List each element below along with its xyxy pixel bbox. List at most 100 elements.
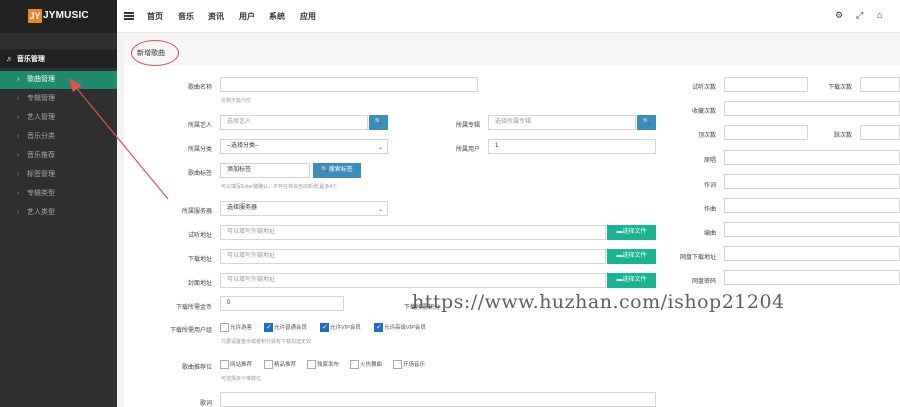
nav-system[interactable]: 系统 — [269, 11, 285, 22]
chevron-down-icon: ⌄ — [377, 207, 383, 213]
netdisk-url-input[interactable] — [724, 246, 900, 261]
netdisk-password-input[interactable] — [724, 270, 900, 285]
top-bar — [0, 0, 900, 33]
checkbox-box — [264, 360, 273, 370]
group-vip-checkbox[interactable]: 允许VIP会员 — [320, 323, 361, 333]
like-count-label: 顶次数 — [697, 133, 716, 139]
checkbox-box — [374, 323, 383, 333]
group-svip-checkbox[interactable]: 允许高级VIP会员 — [374, 323, 426, 333]
artist-label: 所属艺人 — [187, 123, 212, 129]
listen-count-input[interactable] — [724, 77, 808, 92]
chevron-right-icon: › — [17, 114, 20, 121]
user-input[interactable]: 1 — [488, 139, 656, 154]
original-singer-input[interactable] — [724, 150, 900, 165]
listen-url-label: 试听地址 — [187, 233, 212, 239]
chevron-right-icon: › — [17, 209, 20, 216]
cover-choose-file-button[interactable]: ▬选择文件 — [607, 273, 656, 288]
tags-input[interactable]: 添加标签 — [220, 163, 310, 178]
annotation-circle — [131, 40, 179, 66]
arranger-input[interactable] — [724, 222, 900, 237]
lyrics-textarea[interactable] — [220, 392, 656, 407]
search-icon: 🔍 — [321, 167, 329, 173]
song-name-hint: 名称不能为空 — [221, 98, 252, 104]
checkbox-box — [350, 360, 359, 370]
original-singer-label: 原唱 — [703, 158, 716, 164]
composer-input[interactable] — [724, 198, 900, 213]
nav-apps[interactable]: 应用 — [300, 11, 316, 22]
checkbox-box — [220, 360, 229, 370]
download-choose-file-button[interactable]: ▬选择文件 — [607, 249, 656, 264]
artist-input[interactable]: 选择艺人 — [220, 115, 368, 130]
nav-users[interactable]: 用户 — [239, 11, 255, 22]
music-note-icon: ♬ — [6, 56, 13, 63]
download-count-input[interactable] — [860, 77, 900, 92]
server-label: 所属服务器 — [181, 209, 212, 215]
search-tags-button[interactable]: 🔍搜索标签 — [313, 163, 361, 178]
checkbox-box — [320, 323, 329, 333]
recommend-label: 歌曲推荐位 — [181, 365, 212, 371]
coins-label: 下载所需金币 — [175, 305, 212, 311]
panel-header — [124, 40, 900, 65]
recommend-opening-checkbox[interactable]: 开场音乐 — [393, 360, 425, 370]
download-count-label: 下载次数 — [827, 85, 852, 91]
group-guest-checkbox[interactable]: 允许游客 — [220, 323, 252, 333]
lyricist-input[interactable] — [724, 174, 900, 189]
artist-search-button[interactable]: 🔍 — [369, 115, 388, 130]
song-name-label: 歌曲名称 — [187, 85, 212, 91]
user-label: 所属用户 — [455, 147, 480, 153]
category-select[interactable]: --选择分类-- ⌄ — [220, 139, 388, 154]
checkbox-box — [307, 360, 316, 370]
search-icon: 🔍 — [374, 119, 383, 125]
chevron-right-icon: › — [17, 190, 20, 197]
recommend-exclusive-checkbox[interactable]: 独家发布 — [307, 360, 339, 370]
download-url-input[interactable]: 可以填写外链地址 — [220, 249, 606, 264]
group-member-checkbox[interactable]: 允许普通会员 — [264, 323, 307, 333]
album-input[interactable]: 选择所属专辑 — [488, 115, 636, 130]
listen-url-input[interactable]: 可以填写外链地址 — [220, 225, 606, 240]
sidebar-section-label: ♬ 音乐管理 — [6, 56, 45, 63]
like-count-input[interactable] — [724, 125, 808, 140]
menu-toggle-icon[interactable] — [124, 12, 134, 20]
dislike-count-label: 踩次数 — [833, 133, 852, 139]
song-name-input[interactable] — [220, 77, 478, 92]
download-url-label: 下载地址 — [187, 257, 212, 263]
chevron-right-icon: › — [17, 76, 20, 83]
album-label: 所属专辑 — [455, 123, 480, 129]
watermark-text: https://www.huzhan.com/ishop21204 — [412, 291, 785, 313]
tags-hint: 可以填写Enter键确认，不存在将会自动新增,最多4个 — [221, 184, 338, 190]
annotation-arrow — [68, 78, 169, 200]
nav-news[interactable]: 资讯 — [208, 11, 224, 22]
listen-count-label: 试听次数 — [691, 85, 716, 91]
listen-choose-file-button[interactable]: ▬选择文件 — [607, 225, 656, 240]
sidebar-item-artist-types[interactable]: › 艺人类型 — [0, 204, 117, 222]
chevron-down-icon: ⌄ — [377, 145, 383, 151]
checkbox-box — [264, 323, 273, 333]
recommend-site-checkbox[interactable]: 网站推荐 — [220, 360, 252, 370]
recommend-hint: 可选择多个推荐位 — [221, 376, 262, 382]
recommend-hot-checkbox[interactable]: 火热舞曲 — [350, 360, 382, 370]
album-search-button[interactable]: 🔍 — [637, 115, 656, 130]
dislike-count-input[interactable] — [860, 125, 900, 140]
cover-label: 封面地址 — [187, 281, 212, 287]
chevron-right-icon: › — [17, 152, 20, 159]
server-select[interactable]: 选择服务器 ⌄ — [220, 201, 388, 216]
fullscreen-icon[interactable]: ⤢ — [856, 10, 863, 21]
tags-label: 歌曲标签 — [187, 171, 212, 177]
gear-icon[interactable]: ⚙ — [835, 10, 843, 21]
checkbox-box — [393, 360, 402, 370]
nav-music[interactable]: 音乐 — [178, 11, 194, 22]
chevron-right-icon: › — [17, 171, 20, 178]
coins-input[interactable]: 0 — [220, 296, 344, 311]
chevron-right-icon: › — [17, 133, 20, 140]
netdisk-url-label: 网盘下载地址 — [679, 255, 716, 261]
category-label: 所属分类 — [187, 147, 212, 153]
nav-home[interactable]: 首页 — [147, 11, 163, 22]
cover-url-input[interactable]: 可以填写外链地址 — [220, 273, 606, 288]
recommend-quality-checkbox[interactable]: 精品推荐 — [264, 360, 296, 370]
user-groups-label: 下载所需用户组 — [169, 328, 212, 334]
search-icon: 🔍 — [642, 119, 651, 125]
arranger-label: 编曲 — [703, 231, 716, 237]
netdisk-password-label: 网盘密码 — [691, 279, 716, 285]
home-icon[interactable]: ⌂ — [877, 10, 882, 20]
favorite-count-input[interactable] — [724, 101, 900, 116]
